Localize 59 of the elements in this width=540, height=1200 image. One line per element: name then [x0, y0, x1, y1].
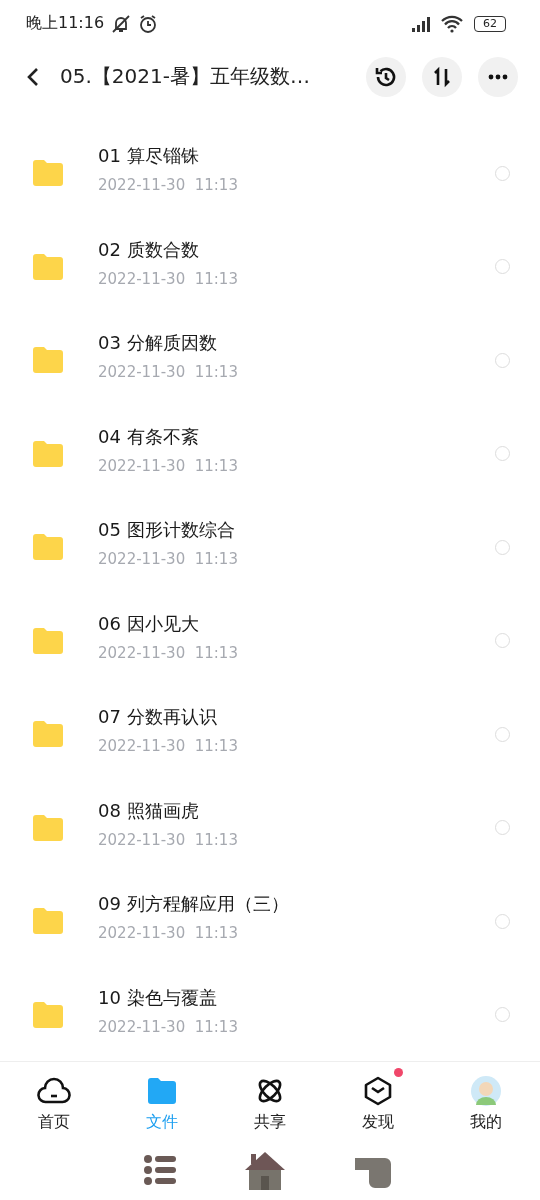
folder-icon [32, 626, 64, 655]
folder-name: 03 分解质因数 [98, 331, 218, 355]
folder-icon [32, 533, 64, 561]
folder-name: 01 算尽锱铢 [98, 144, 200, 168]
folder-icon [32, 252, 64, 281]
back-icon [26, 65, 40, 88]
modified-date: 2022-11-30 11:13 [98, 643, 239, 662]
modified-date: 2022-11-30 11:13 [98, 737, 239, 755]
modified-date: 2022-11-30 11:13 [98, 176, 239, 194]
folder-name: 06 因小见大 [98, 611, 200, 636]
folder-row[interactable]: 10 染色与覆盖 2022-11-30 11:13 [0, 967, 540, 1062]
modified-date: 2022-11-30 11:13 [98, 456, 239, 475]
nav-tab[interactable]: 我的 [432, 1062, 540, 1141]
status-time: 晚上11:16 [26, 13, 105, 35]
menu-icon[interactable] [143, 1154, 177, 1187]
folder-row[interactable]: 05 图形计数综合 2022-11-30 11:13 [0, 500, 540, 594]
folder-row[interactable]: 06 因小见大 2022-11-30 11:13 [0, 593, 540, 688]
folder-row[interactable]: 09 列方程解应用（三） 2022-11-30 11:13 [0, 874, 540, 968]
nav-tab[interactable]: 首页 [0, 1062, 108, 1141]
wifi-icon [440, 14, 464, 33]
folder-icon [32, 813, 64, 842]
folder-row[interactable]: 02 质数合数 2022-11-30 11:13 [0, 219, 540, 314]
folder-name: 10 染色与覆盖 [98, 985, 218, 1010]
folder-name: 08 照猫画虎 [98, 798, 200, 823]
folder-row[interactable]: 03 分解质因数 2022-11-30 11:13 [0, 313, 540, 407]
folder-icon [32, 346, 64, 374]
folder-row[interactable]: 01 算尽锱铢 2022-11-30 11:13 [0, 126, 540, 220]
mute-icon [110, 13, 133, 34]
folder-icon [32, 1000, 64, 1029]
folder-row[interactable]: 08 照猫画虎 2022-11-30 11:13 [0, 780, 540, 875]
nav-tab[interactable]: 发现 [324, 1062, 432, 1141]
nav-tab[interactable]: 共享 [216, 1062, 324, 1141]
folder-icon [32, 439, 64, 468]
modified-date: 2022-11-30 11:13 [98, 269, 239, 288]
folder-name: 05 图形计数综合 [98, 518, 236, 542]
modified-date: 2022-11-30 11:13 [98, 830, 239, 849]
folder-name: 04 有条不紊 [98, 424, 200, 449]
modified-date: 2022-11-30 11:13 [98, 1017, 239, 1036]
folder-icon [32, 907, 64, 935]
folder-name: 02 质数合数 [98, 237, 200, 262]
avatar-icon [470, 1075, 502, 1108]
folder-icon [32, 720, 64, 748]
folder-title: 05.【2021-暑】五年级数… [60, 63, 311, 91]
more-button[interactable] [478, 56, 518, 97]
hexagon-clock-icon [363, 1076, 393, 1107]
folder-name: 07 分数再认识 [98, 705, 218, 729]
folder-name: 09 列方程解应用（三） [98, 892, 290, 916]
modified-date: 2022-11-30 11:13 [98, 363, 239, 381]
more-icon [488, 73, 508, 80]
folder-icon [147, 1077, 177, 1106]
folder-icon [32, 159, 64, 187]
battery-icon: 62 [474, 15, 506, 32]
folder-row[interactable]: 04 有条不紊 2022-11-30 11:13 [0, 406, 540, 501]
modified-date: 2022-11-30 11:13 [98, 550, 239, 568]
history-button[interactable] [366, 56, 406, 97]
modified-date: 2022-11-30 11:13 [98, 924, 239, 942]
sort-button[interactable] [422, 56, 462, 97]
folder-row[interactable]: 07 分数再认识 2022-11-30 11:13 [0, 687, 540, 781]
alarm-icon [138, 13, 159, 34]
